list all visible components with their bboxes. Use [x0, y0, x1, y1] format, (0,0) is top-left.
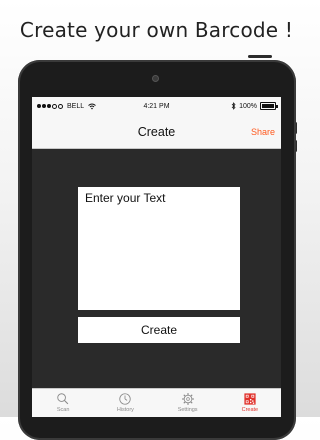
tab-bar: Scan History Settings Create	[32, 388, 281, 417]
content-area: Create	[32, 149, 281, 388]
bluetooth-icon	[231, 102, 236, 110]
clock-icon	[119, 393, 132, 405]
tab-scan[interactable]: Scan	[32, 389, 94, 417]
battery-icon	[260, 102, 278, 110]
gear-icon	[181, 393, 194, 405]
qr-code-icon	[244, 393, 256, 405]
tab-history[interactable]: History	[94, 389, 156, 417]
status-right: 100%	[231, 102, 278, 110]
tab-scan-label: Scan	[56, 407, 70, 413]
barcode-text-input[interactable]	[78, 187, 240, 310]
nav-title: Create	[137, 125, 176, 139]
status-bar: BELL 4:21 PM 100%	[32, 97, 281, 117]
share-button[interactable]: Share	[251, 127, 275, 137]
navigation-bar: Create Share	[32, 117, 281, 149]
create-button[interactable]: Create	[78, 317, 240, 343]
front-camera	[153, 76, 158, 81]
battery-percent: 100%	[239, 102, 257, 110]
magnifier-icon	[57, 393, 69, 405]
tab-settings-label: Settings	[177, 407, 198, 413]
tab-create-label: Create	[241, 407, 259, 413]
tab-history-label: History	[116, 407, 134, 413]
app-screen: BELL 4:21 PM 100% Create Share Create	[32, 97, 281, 417]
headline: Create your own Barcode !	[19, 18, 294, 42]
power-button	[248, 55, 272, 58]
tab-settings[interactable]: Settings	[157, 389, 219, 417]
tab-create[interactable]: Create	[219, 389, 281, 417]
